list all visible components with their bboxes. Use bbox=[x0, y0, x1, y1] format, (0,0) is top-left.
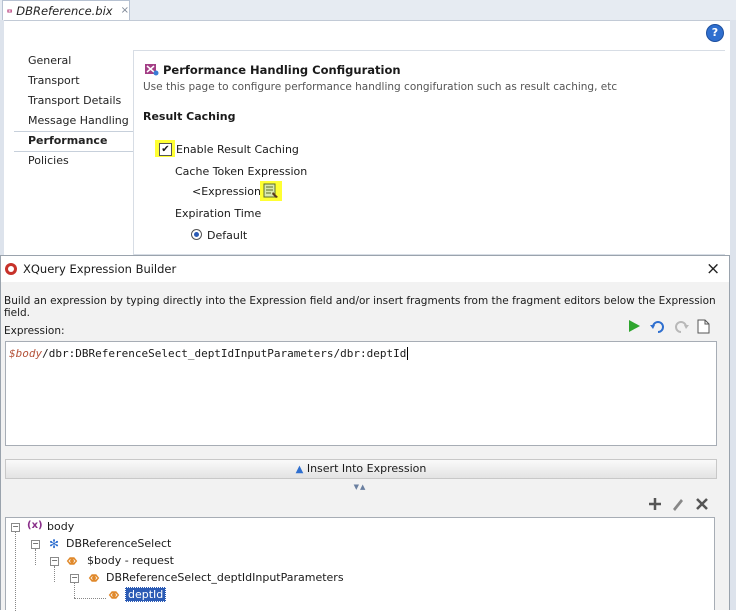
enable-caching-checkbox[interactable]: ✔ bbox=[159, 143, 172, 156]
default-radio-label[interactable]: Default bbox=[207, 229, 247, 242]
splitter-handle[interactable]: ▼▲ bbox=[320, 484, 400, 491]
delete-icon[interactable] bbox=[695, 497, 709, 511]
tab-title: DBReference.bix bbox=[16, 3, 113, 18]
tree-node-input-parameters[interactable]: DBReferenceSelect_deptIdInputParameters bbox=[106, 571, 344, 584]
expression-input[interactable]: $body/dbr:DBReferenceSelect_deptIdInputP… bbox=[5, 341, 717, 446]
collapse-toggle[interactable]: − bbox=[50, 557, 59, 566]
tree-node-deptid[interactable]: deptId bbox=[125, 587, 167, 602]
tree-connector bbox=[54, 566, 55, 582]
insert-into-expression-button[interactable]: ▲ Insert Into Expression bbox=[5, 459, 717, 479]
dialog-close-icon[interactable]: × bbox=[706, 259, 720, 279]
run-icon[interactable] bbox=[627, 319, 641, 333]
expiration-label: Expiration Time bbox=[175, 207, 262, 220]
text-caret bbox=[407, 347, 409, 360]
tree-connector bbox=[35, 549, 36, 565]
collapse-toggle[interactable]: − bbox=[70, 574, 79, 583]
edit-icon[interactable] bbox=[671, 497, 685, 511]
element-icon bbox=[108, 591, 120, 599]
tree-connector bbox=[15, 532, 16, 611]
default-radio[interactable] bbox=[191, 229, 202, 240]
tree-node-body[interactable]: body bbox=[47, 520, 74, 533]
section-title: Result Caching bbox=[143, 110, 236, 123]
right-border bbox=[730, 20, 736, 255]
left-border bbox=[0, 20, 4, 255]
nav-item-message-handling[interactable]: Message Handling bbox=[28, 114, 129, 127]
oracle-logo-icon bbox=[5, 263, 17, 275]
variable-tree: − (x) body − ✻ DBReferenceSelect − $body… bbox=[5, 517, 715, 611]
help-icon[interactable]: ? bbox=[706, 24, 724, 42]
nav-item-policies[interactable]: Policies bbox=[28, 154, 69, 167]
expression-path: /dbr:DBReferenceSelect_deptIdInputParame… bbox=[42, 347, 407, 360]
element-icon bbox=[88, 574, 100, 582]
tree-node-body-request[interactable]: $body - request bbox=[87, 554, 174, 567]
tab-close-icon[interactable]: × bbox=[121, 5, 129, 16]
expression-variable: $body bbox=[9, 347, 43, 360]
tree-node-dbreferenceselect[interactable]: DBReferenceSelect bbox=[66, 537, 171, 550]
proxy-service-icon bbox=[7, 9, 12, 12]
cache-token-label: Cache Token Expression bbox=[175, 165, 308, 178]
collapse-toggle[interactable]: − bbox=[11, 523, 20, 532]
panel-description: Use this page to configure performance h… bbox=[143, 81, 618, 93]
element-icon bbox=[66, 557, 78, 565]
add-icon[interactable] bbox=[648, 497, 662, 511]
up-arrow-icon: ▲ bbox=[295, 464, 304, 475]
collapse-toggle[interactable]: − bbox=[31, 540, 40, 549]
dialog-title: XQuery Expression Builder bbox=[23, 262, 177, 276]
undo-icon[interactable] bbox=[650, 319, 666, 333]
gear-icon: ✻ bbox=[49, 537, 60, 551]
tree-connector bbox=[74, 583, 75, 598]
nav-item-transport[interactable]: Transport bbox=[28, 74, 80, 87]
tab-dbreference[interactable]: DBReference.bix × bbox=[2, 0, 130, 20]
nav-item-performance[interactable]: Performance bbox=[28, 134, 107, 147]
expression-label: Expression: bbox=[4, 325, 65, 337]
nav-item-transport-details[interactable]: Transport Details bbox=[28, 94, 121, 107]
panel-heading: Performance Handling Configuration bbox=[163, 63, 401, 77]
clear-icon[interactable] bbox=[697, 319, 710, 334]
tree-connector bbox=[74, 598, 106, 599]
enable-caching-label[interactable]: Enable Result Caching bbox=[176, 143, 299, 156]
expression-link[interactable]: <Expression> bbox=[192, 185, 270, 198]
dialog-instructions: Build an expression by typing directly i… bbox=[4, 295, 716, 319]
nav-item-general[interactable]: General bbox=[28, 54, 71, 67]
redo-icon[interactable] bbox=[673, 319, 689, 333]
expression-editor-icon[interactable] bbox=[263, 183, 279, 199]
performance-icon bbox=[145, 64, 159, 76]
insert-button-label: Insert Into Expression bbox=[306, 462, 427, 475]
variable-icon: (x) bbox=[27, 520, 43, 531]
